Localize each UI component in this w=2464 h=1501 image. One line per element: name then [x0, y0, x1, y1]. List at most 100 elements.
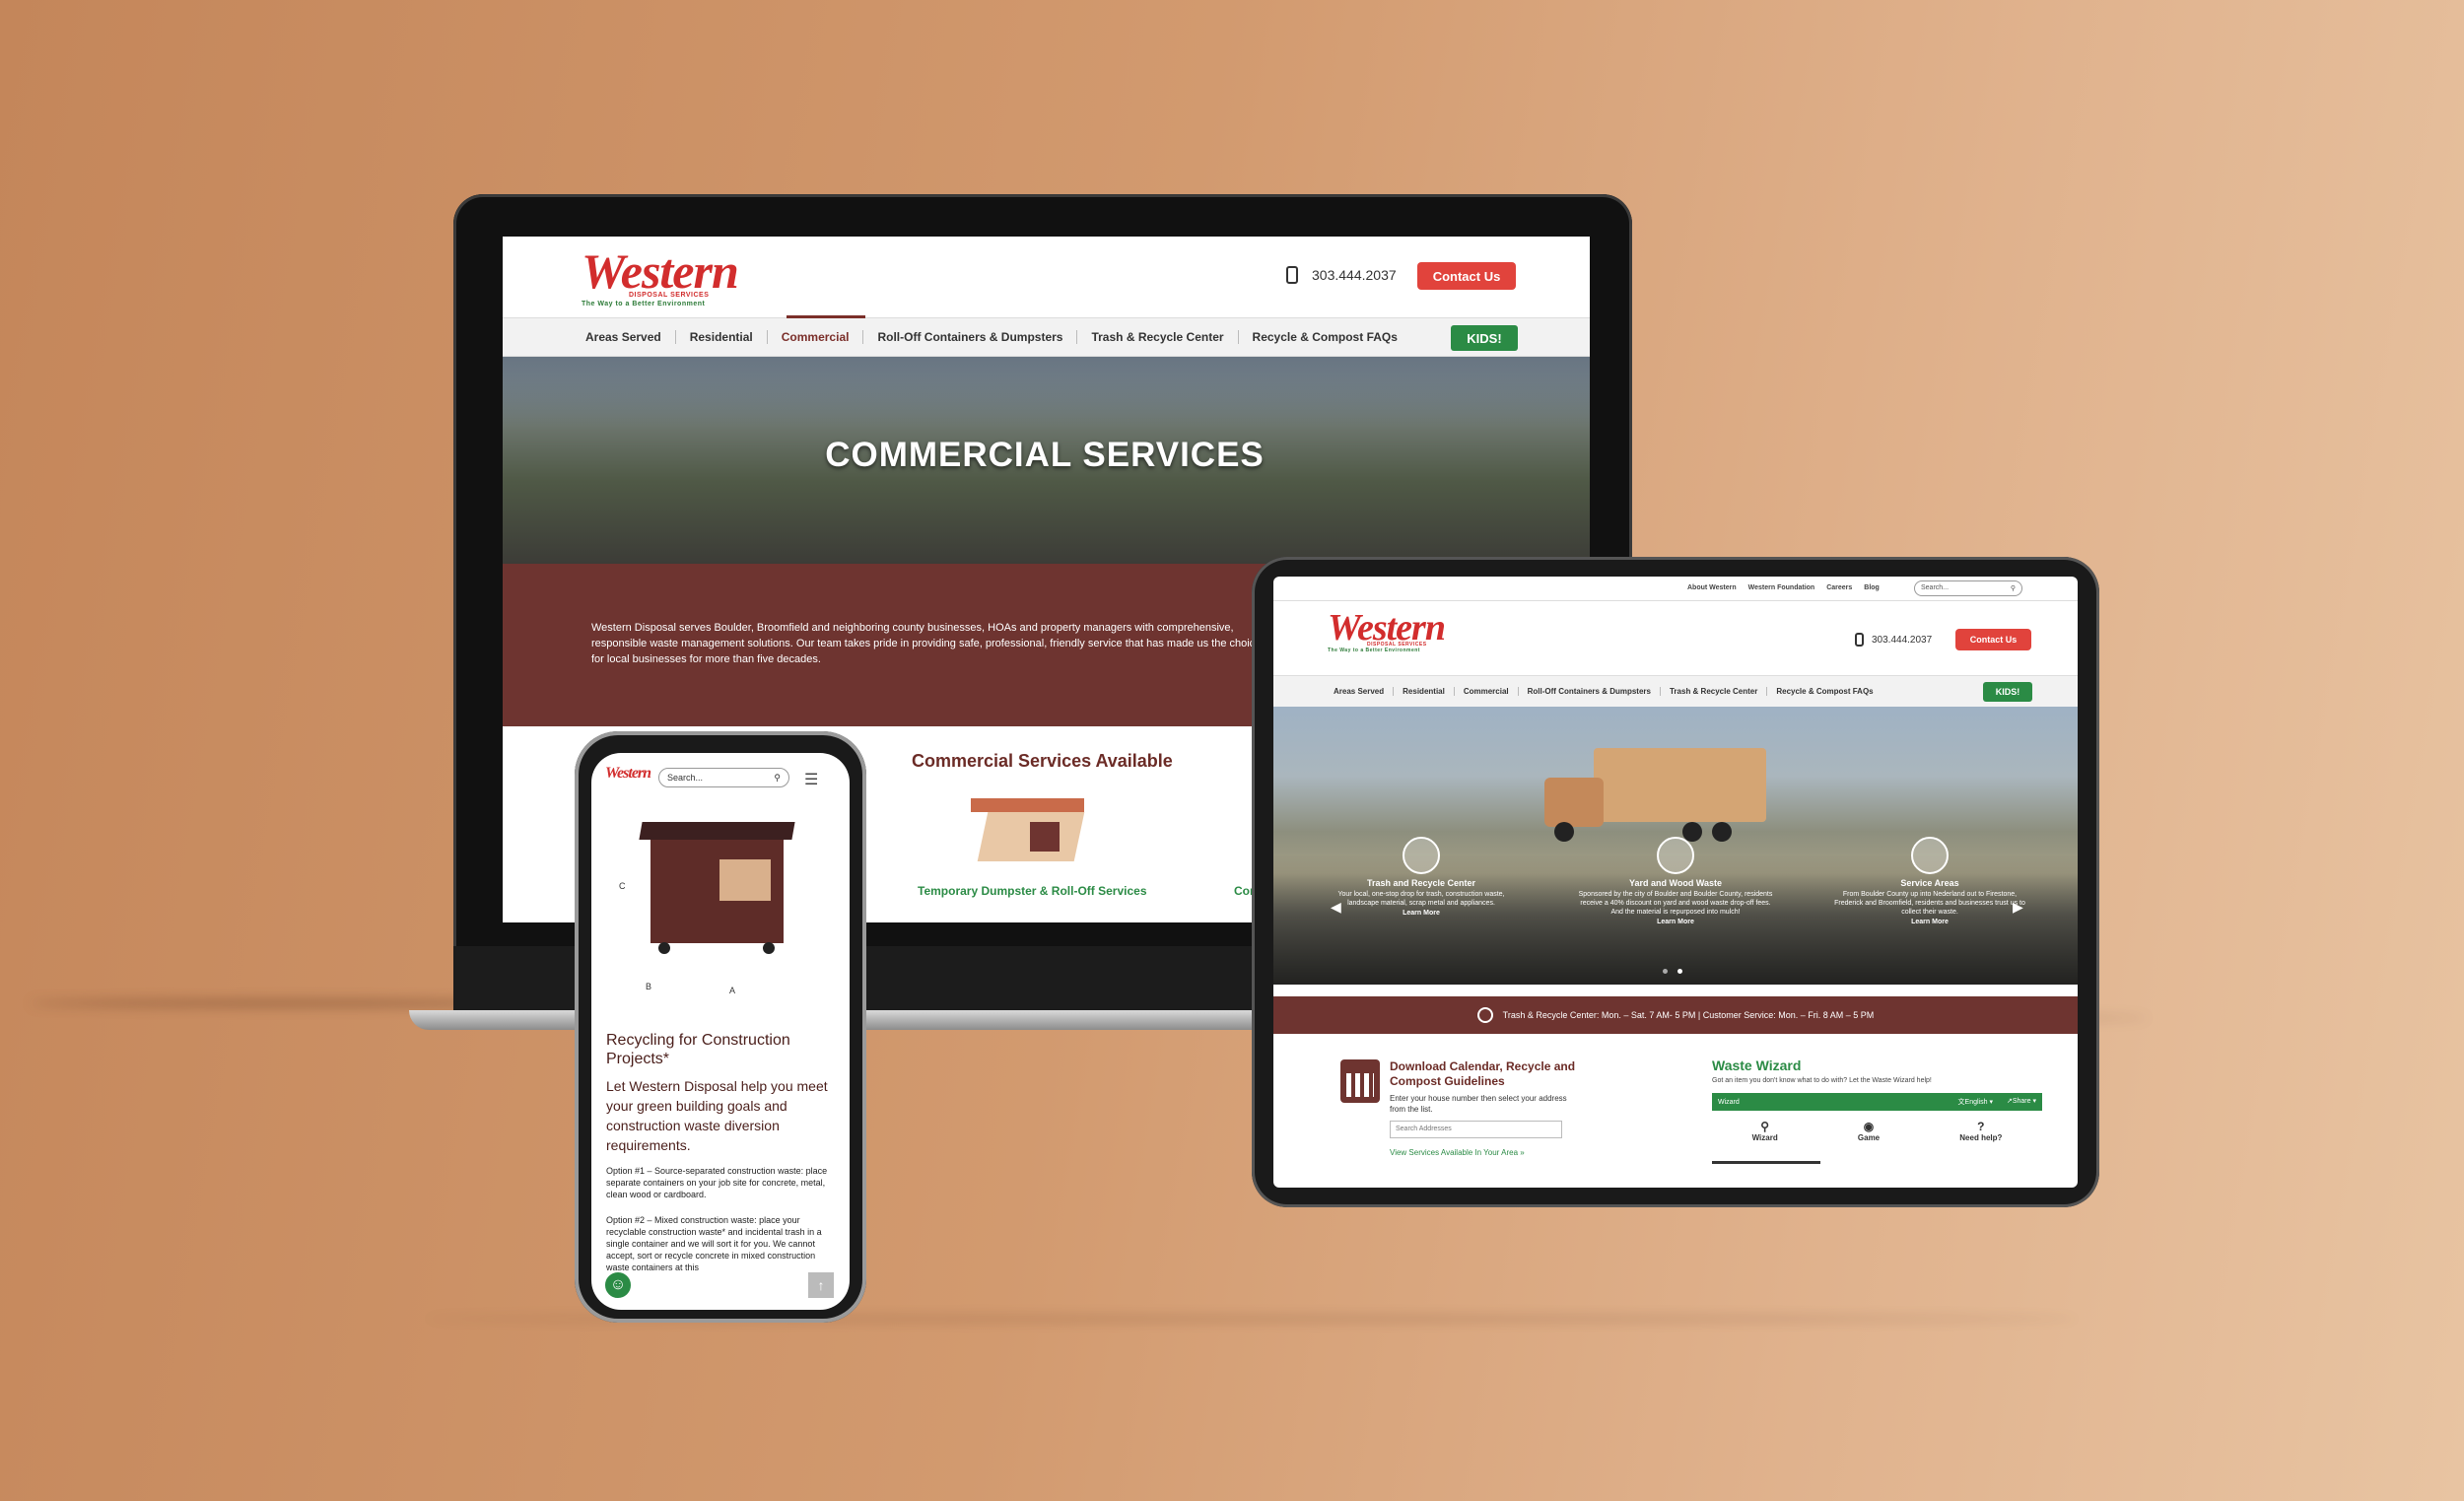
wizard-text: Got an item you don't know what to do wi… — [1712, 1077, 1932, 1084]
utility-link-2[interactable]: Careers — [1826, 584, 1852, 591]
intro-text: Western Disposal serves Boulder, Broomfi… — [591, 622, 1262, 665]
dimension-label-b: B — [646, 982, 652, 991]
dumpster-illustration[interactable] — [971, 798, 1085, 862]
services-heading: Commercial Services Available — [912, 751, 1173, 771]
carousel-prev-icon[interactable]: ◀ — [1331, 899, 1341, 916]
wizard-tab-0[interactable]: ⚲ Wizard — [1752, 1114, 1778, 1161]
phone-option-2: Option #2 – Mixed construction waste: pl… — [606, 1215, 822, 1272]
phone-logo[interactable]: Western — [605, 765, 651, 783]
dumpster-image — [639, 822, 795, 960]
feature-text: From Boulder County up into Nederland ou… — [1834, 891, 2025, 916]
dimension-label-c: C — [619, 881, 626, 891]
laptop-nav: Areas Served Residential Commercial Roll-Of… — [572, 330, 1411, 344]
phone-screen: Western Search... ⚲ ☰ C B A Recycling for … — [591, 753, 850, 1310]
carousel-dots[interactable] — [1663, 969, 1682, 974]
hours-text: Trash & Recycle Center: Mon. – Sat. 7 AM… — [1502, 1010, 1875, 1020]
feature-column-2: Service Areas From Boulder County up into… — [1831, 837, 2028, 925]
utility-links: About Western Western Foundation Careers Bl… — [1687, 584, 1880, 591]
feature-title: Trash and Recycle Center — [1366, 878, 1476, 888]
wizard-tab-indicator — [1712, 1161, 1820, 1164]
game-icon: ◉ — [1863, 1120, 1875, 1133]
feature-title: Yard and Wood Waste — [1628, 878, 1722, 888]
hamburger-menu-icon[interactable]: ☰ — [804, 770, 818, 789]
wizard-tab-2[interactable]: ? Need help? — [1959, 1114, 2002, 1161]
share-button[interactable]: ↗Share ▾ — [2007, 1097, 2036, 1107]
utility-link-3[interactable]: Blog — [1864, 584, 1880, 591]
tablet-hero: Trash and Recycle Center Your local, one-… — [1273, 707, 2078, 985]
garbage-truck-image — [1535, 748, 1766, 842]
clock-icon — [1476, 1007, 1493, 1023]
search-icon: ⚲ — [2010, 585, 2016, 592]
hours-band: Trash & Recycle Center: Mon. – Sat. 7 AM… — [1273, 996, 2078, 1034]
help-icon: ? — [1977, 1120, 1985, 1133]
utility-link-1[interactable]: Western Foundation — [1748, 584, 1815, 591]
laptop-nav-bar: Areas Served Residential Commercial Roll-Of… — [503, 317, 1590, 357]
magnifier-icon: ⚲ — [1760, 1120, 1770, 1133]
laptop-hero: COMMERCIAL SERVICES — [503, 357, 1590, 564]
laptop-logo[interactable]: Western DISPOSAL SERVICES The Way to a B… — [582, 242, 739, 307]
nav-item-0[interactable]: Areas Served — [572, 330, 676, 344]
services-area-link[interactable]: View Services Available In Your Area » — [1390, 1148, 1525, 1157]
tablet-nav-bar: Areas Served Residential Commercial Roll-Of… — [1273, 675, 2078, 707]
calendar-text: Enter your house number then select your… — [1390, 1094, 1567, 1114]
wizard-tabs: ⚲ Wizard ◉ Game ? Need help? — [1712, 1114, 2042, 1161]
tablet-nav-item-2[interactable]: Commercial — [1455, 687, 1519, 696]
accessibility-icon[interactable]: ☺ — [603, 1270, 633, 1300]
tablet-nav-item-3[interactable]: Roll-Off Containers & Dumpsters — [1519, 687, 1661, 696]
tablet-phone-group[interactable]: 303.444.2037 — [1855, 633, 1932, 647]
nav-item-2[interactable]: Commercial — [768, 330, 864, 344]
nav-item-3[interactable]: Roll-Off Containers & Dumpsters — [863, 330, 1078, 344]
recycle-center-icon — [1403, 837, 1440, 874]
phone-icon — [1855, 633, 1864, 647]
calendar-icon — [1340, 1059, 1380, 1103]
tablet-contact-button[interactable]: Contact Us — [1955, 629, 2031, 650]
nav-item-4[interactable]: Trash & Recycle Center — [1077, 330, 1239, 344]
nav-item-1[interactable]: Residential — [676, 330, 768, 344]
phone-search-input[interactable]: Search... ⚲ — [658, 768, 789, 787]
tablet-screen: About Western Western Foundation Careers Bl… — [1273, 577, 2078, 1188]
utility-link-0[interactable]: About Western — [1687, 584, 1737, 591]
tablet-search-input[interactable]: Search... ⚲ — [1914, 580, 2022, 596]
location-pin-icon — [1911, 837, 1949, 874]
wizard-bar: Wizard 文English ▾ ↗Share ▾ — [1712, 1093, 2042, 1111]
feature-learn-more[interactable]: Learn More — [1577, 919, 1774, 925]
search-icon: ⚲ — [774, 773, 781, 783]
nav-active-indicator — [787, 315, 865, 318]
feature-columns: Trash and Recycle Center Your local, one-… — [1323, 837, 2028, 925]
hero-title: COMMERCIAL SERVICES — [825, 436, 1265, 474]
phone-lead: Let Western Disposal help you meet your … — [606, 1078, 828, 1153]
feature-title: Service Areas — [1900, 878, 1959, 888]
address-search-input[interactable]: Search Addresses — [1390, 1121, 1562, 1138]
wizard-tab-1[interactable]: ◉ Game — [1858, 1114, 1880, 1161]
contact-us-button[interactable]: Contact Us — [1417, 262, 1516, 290]
tablet-kids-button[interactable]: KIDS! — [1983, 682, 2032, 702]
tablet-nav: Areas Served Residential Commercial Roll-Of… — [1325, 687, 1882, 696]
phone-option-1: Option #1 – Source-separated constructio… — [606, 1166, 828, 1199]
feature-learn-more[interactable]: Learn More — [1831, 919, 2028, 925]
feature-text: Your local, one-stop drop for trash, con… — [1337, 891, 1505, 907]
calendar-title: Download Calendar, Recycle and Compost G… — [1390, 1059, 1576, 1088]
nav-item-5[interactable]: Recycle & Compost FAQs — [1239, 330, 1411, 344]
carousel-next-icon[interactable]: ▶ — [2013, 899, 2023, 916]
feature-text: Sponsored by the city of Boulder and Bou… — [1578, 891, 1773, 916]
phone-number[interactable]: 303.444.2037 — [1312, 267, 1397, 283]
feature-column-0: Trash and Recycle Center Your local, one-… — [1323, 837, 1520, 925]
kids-button[interactable]: KIDS! — [1451, 325, 1518, 351]
feature-learn-more[interactable]: Learn More — [1323, 910, 1520, 917]
tablet-logo[interactable]: Western DISPOSAL SERVICES The Way to a B… — [1328, 606, 1446, 653]
language-select[interactable]: 文English ▾ — [1958, 1097, 1993, 1107]
tablet-nav-item-0[interactable]: Areas Served — [1325, 687, 1395, 696]
feature-column-1: Yard and Wood Waste Sponsored by the city… — [1577, 837, 1774, 925]
logo-tagline: The Way to a Better Environment — [582, 301, 706, 307]
dimension-label-a: A — [729, 986, 736, 995]
tablet-nav-item-4[interactable]: Trash & Recycle Center — [1661, 687, 1768, 696]
scroll-top-icon[interactable]: ↑ — [808, 1272, 834, 1298]
tablet-nav-item-5[interactable]: Recycle & Compost FAQs — [1767, 687, 1882, 696]
yard-waste-icon — [1657, 837, 1694, 874]
service-link-dumpster[interactable]: Temporary Dumpster & Roll-Off Services — [918, 884, 1147, 898]
phone-icon — [1286, 266, 1298, 284]
wizard-title: Waste Wizard — [1712, 1058, 1802, 1073]
tablet-nav-item-1[interactable]: Residential — [1394, 687, 1455, 696]
phone-heading: Recycling for Construction Projects* — [606, 1032, 790, 1067]
laptop-phone-group[interactable]: 303.444.2037 — [1286, 266, 1397, 284]
